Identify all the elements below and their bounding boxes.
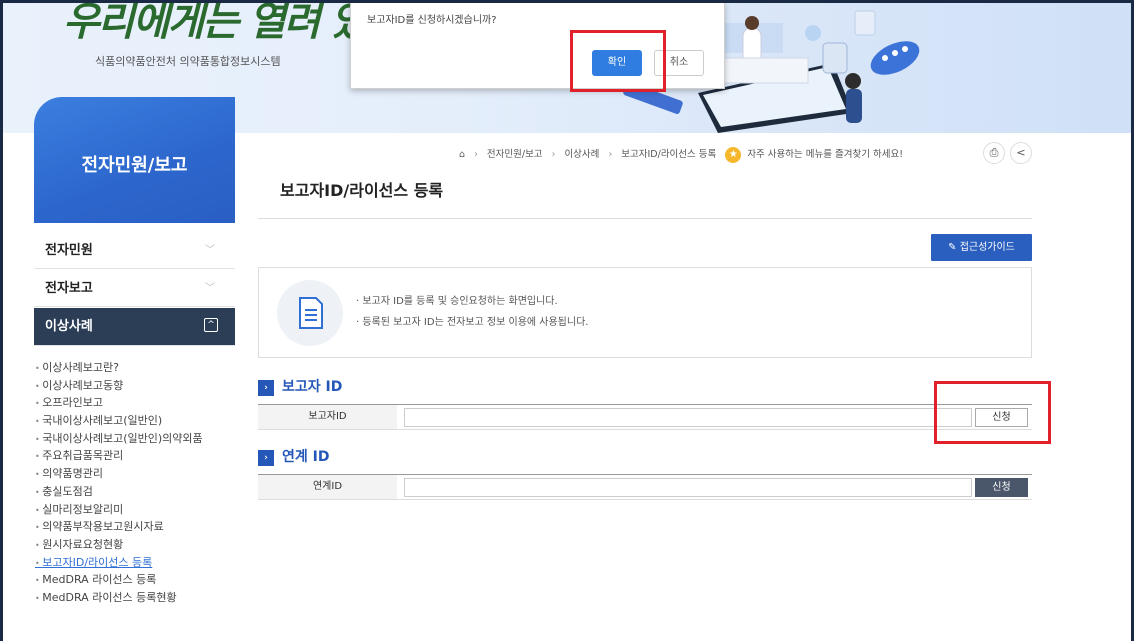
submenu-item[interactable]: 실마리정보알리미: [35, 501, 240, 519]
info-text: · 등록된 보고자 ID는 전자보고 정보 이용에 사용됩니다.: [356, 317, 589, 328]
guide-button-label: 접근성가이드: [959, 242, 1015, 253]
separator-icon: ›: [474, 149, 478, 160]
sidebar-item-e-report[interactable]: 전자보고 ﹀: [34, 271, 235, 307]
submenu-item[interactable]: 원시자료요청현황: [35, 536, 240, 554]
submenu-item-current[interactable]: 보고자ID/라이선스 등록: [35, 554, 240, 572]
submenu-item[interactable]: 국내이상사례보고(일반인)의약외품: [35, 430, 240, 448]
section-heading-reporter: › 보고자 ID: [258, 376, 342, 396]
breadcrumb-item[interactable]: 보고자ID/라이선스 등록: [621, 149, 716, 160]
reporter-id-label: 보고자ID: [258, 405, 397, 429]
submenu-item[interactable]: 의약품명관리: [35, 465, 240, 483]
print-icon[interactable]: ⎙: [983, 142, 1005, 164]
linked-id-input[interactable]: [404, 478, 972, 497]
sidebar-item-adverse-events[interactable]: 이상사례 ^: [34, 308, 235, 346]
linked-id-row: 연계ID 신청: [258, 474, 1032, 500]
sidebar-header: 전자민원/보고: [34, 97, 235, 223]
submenu-item[interactable]: MedDRA 라이선스 등록: [35, 571, 240, 589]
share-icon[interactable]: <: [1010, 142, 1032, 164]
submenu-item[interactable]: 오프라인보고: [35, 394, 240, 412]
reporter-id-row: 보고자ID 신청: [258, 404, 1032, 430]
sidebar-title: 전자민원/보고: [81, 155, 188, 176]
highlight-box-apply: [934, 381, 1051, 444]
section-heading-text: 보고자 ID: [282, 379, 343, 395]
submenu-item[interactable]: 의약품부작용보고원시자료: [35, 518, 240, 536]
sidebar-item-label: 전자민원: [45, 243, 93, 258]
chevron-right-icon: ›: [258, 380, 274, 396]
separator-icon: ›: [551, 149, 556, 160]
reporter-id-input[interactable]: [404, 408, 972, 427]
browser-frame: 우리에게는 열려 있습니 식품의약품안전처 의약품통합정보시스템 보고자ID를 …: [0, 0, 1134, 641]
document-icon: [277, 280, 343, 346]
submenu-item[interactable]: 이상사례보고란?: [35, 359, 240, 377]
breadcrumb-item[interactable]: 이상사례: [564, 149, 599, 160]
submenu-item[interactable]: MedDRA 라이선스 등록현황: [35, 589, 240, 607]
favorite-hint: 자주 사용하는 메뉴를 즐겨찾기 하세요!: [747, 149, 904, 160]
breadcrumb-item[interactable]: 전자민원/보고: [487, 149, 543, 160]
submenu-item[interactable]: 이상사례보고동향: [35, 377, 240, 395]
linked-id-label: 연계ID: [258, 475, 397, 499]
info-box: · 보고자 ID를 등록 및 승인요청하는 화면입니다. · 등록된 보고자 I…: [258, 267, 1032, 358]
breadcrumb: ⌂ › 전자민원/보고 › 이상사례 › 보고자ID/라이선스 등록 ★ 자주 사…: [459, 146, 909, 163]
chevron-down-icon: ﹀: [205, 245, 215, 256]
edit-icon: ✎: [948, 242, 957, 253]
sidebar-item-label: 이상사례: [45, 319, 93, 334]
collapse-icon[interactable]: ^: [204, 318, 218, 332]
site-name[interactable]: 식품의약품안전처 의약품통합정보시스템: [95, 53, 281, 69]
page-title: 보고자ID/라이선스 등록: [280, 181, 444, 200]
highlight-box-ok: [570, 30, 666, 92]
dialog-message: 보고자ID를 신청하시겠습니까?: [367, 15, 497, 26]
separator-icon: ›: [608, 149, 613, 160]
sidebar-submenu: 이상사례보고란? 이상사례보고동향 오프라인보고 국내이상사례보고(일반인) 국…: [35, 359, 240, 607]
home-icon[interactable]: ⌂: [459, 149, 465, 160]
chevron-down-icon: ﹀: [205, 283, 215, 294]
star-icon[interactable]: ★: [725, 146, 742, 163]
sidebar-item-label: 전자보고: [45, 281, 93, 296]
chevron-right-icon: ›: [258, 450, 274, 466]
accessibility-guide-button[interactable]: ✎ 접근성가이드: [931, 234, 1032, 261]
confirm-dialog: 보고자ID를 신청하시겠습니까? 확인 취소: [350, 3, 725, 89]
title-divider: [258, 218, 1032, 219]
section-heading-linked: › 연계 ID: [258, 446, 329, 466]
info-text: · 보고자 ID를 등록 및 승인요청하는 화면입니다.: [356, 296, 558, 307]
section-heading-text: 연계 ID: [282, 449, 330, 465]
submenu-item[interactable]: 주요취급품목관리: [35, 447, 240, 465]
linked-apply-button[interactable]: 신청: [975, 478, 1028, 497]
sidebar-item-e-civil[interactable]: 전자민원 ﹀: [34, 233, 235, 269]
submenu-item[interactable]: 충실도점검: [35, 483, 240, 501]
submenu-item[interactable]: 국내이상사례보고(일반인): [35, 412, 240, 430]
